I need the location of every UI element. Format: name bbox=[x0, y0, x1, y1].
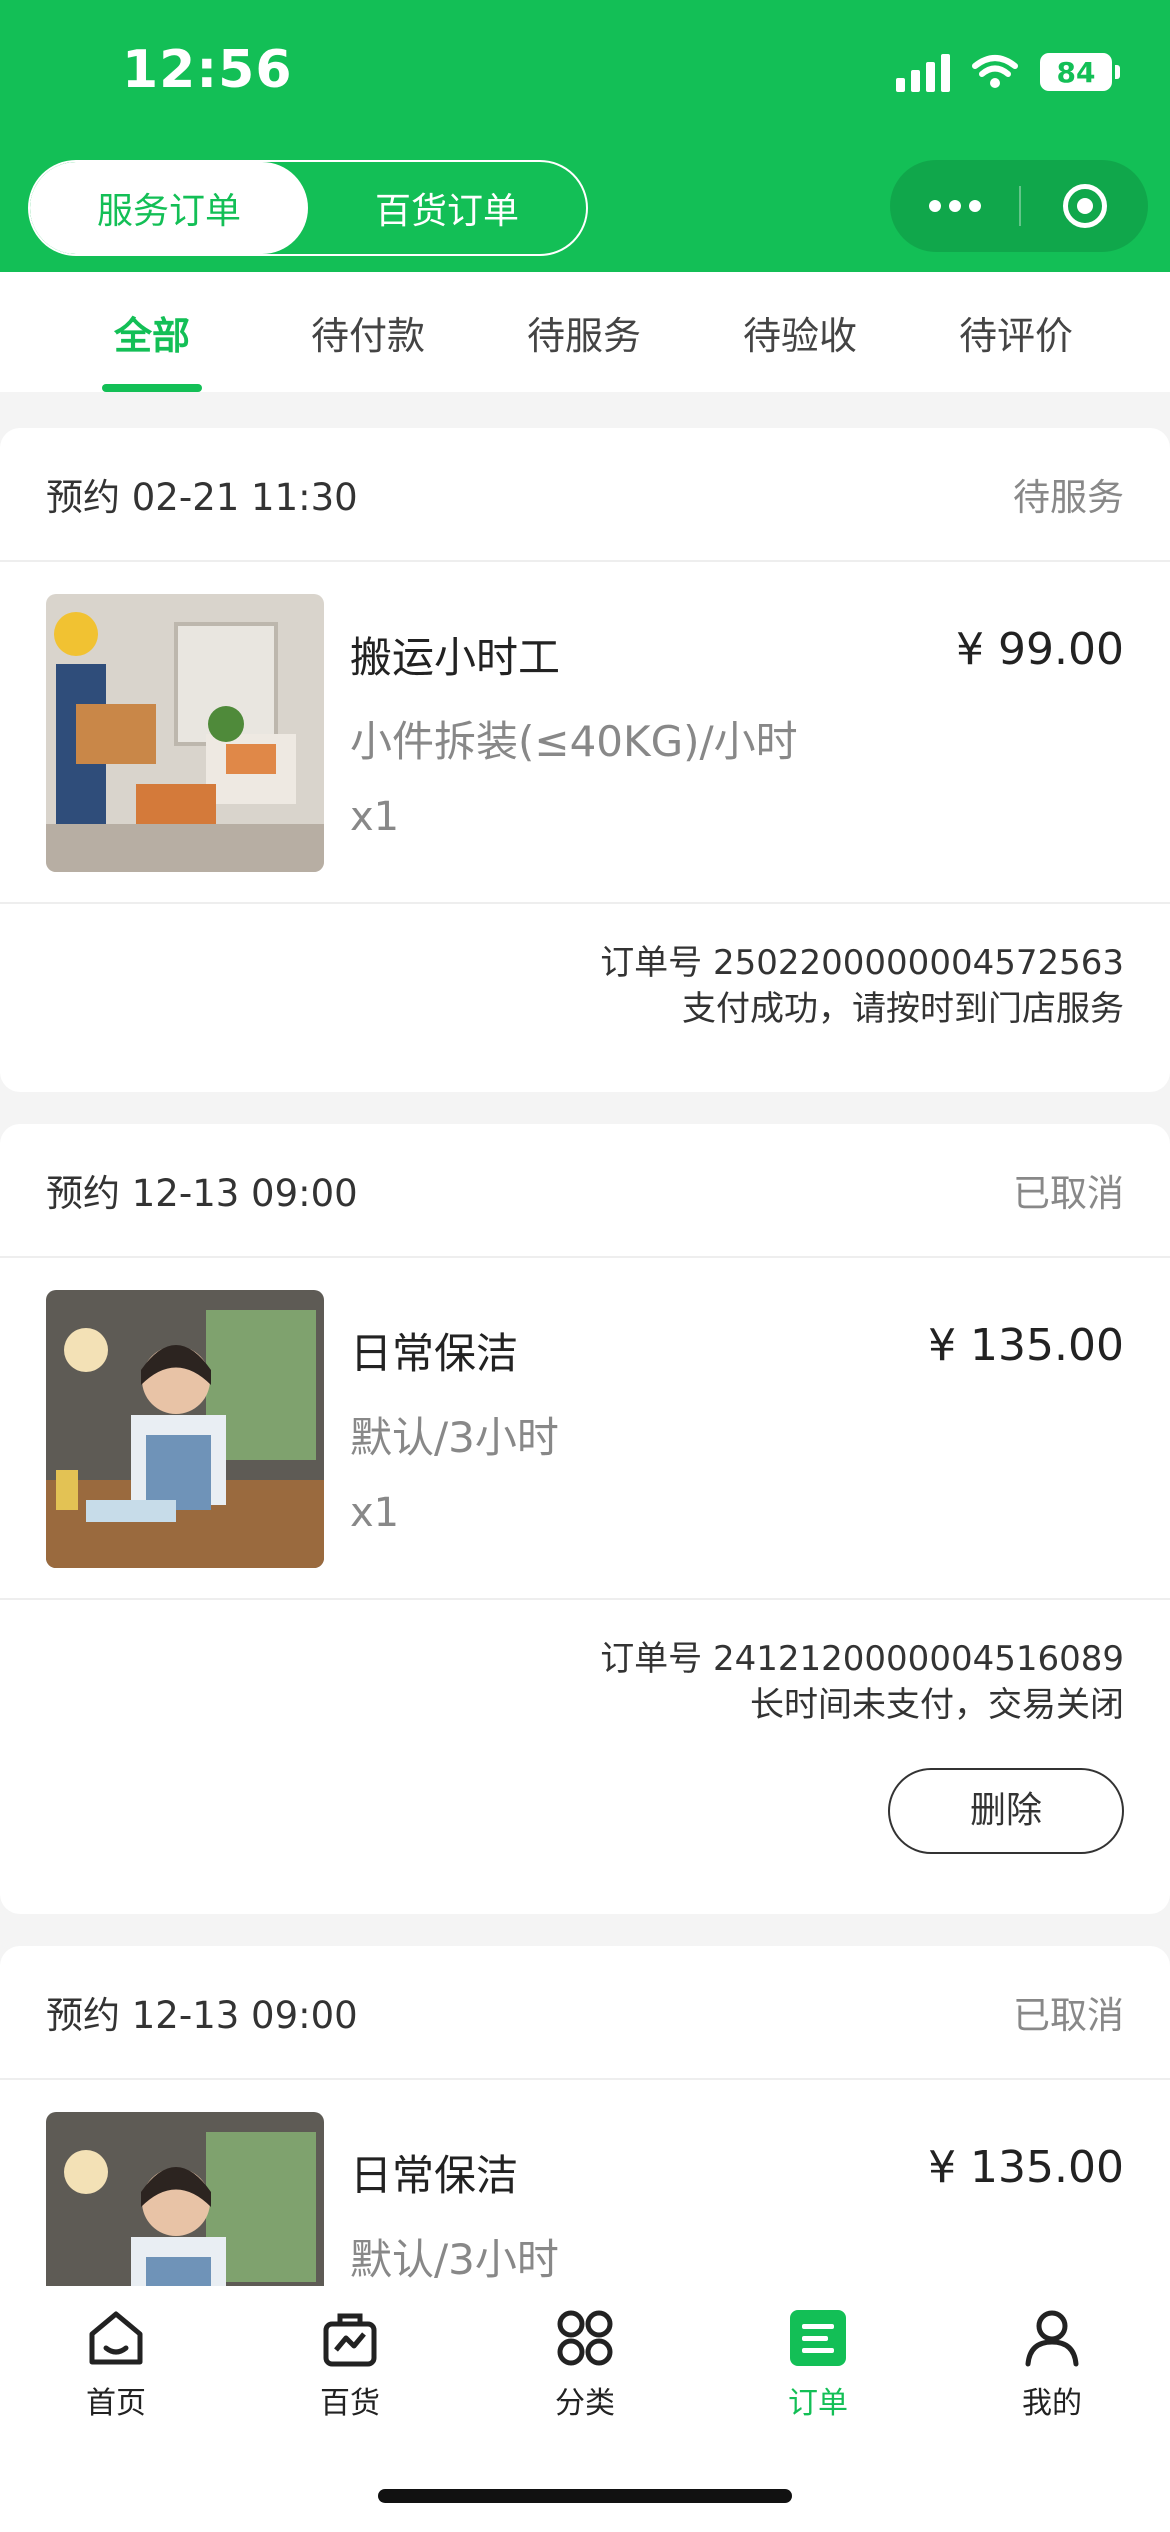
order-footer: 订单号 2412120000004516089 长时间未支付，交易关闭 删除 bbox=[0, 1600, 1170, 1914]
status-icons: 84 bbox=[896, 52, 1120, 92]
tab-all[interactable]: 全部 bbox=[44, 272, 260, 392]
order-card[interactable]: 预约 12-13 09:00 已取消 日常保洁 ¥ 135.00 默认/3小时 … bbox=[0, 1124, 1170, 1914]
category-icon bbox=[557, 2310, 613, 2366]
product-image bbox=[46, 594, 324, 872]
mini-program-capsule bbox=[890, 160, 1148, 252]
wifi-icon bbox=[972, 55, 1018, 88]
tabbar-home[interactable]: 首页 bbox=[36, 2306, 196, 2422]
home-indicator[interactable] bbox=[378, 2489, 792, 2503]
tabbar-category-label: 分类 bbox=[555, 2386, 615, 2421]
order-status: 待服务 bbox=[1013, 476, 1124, 519]
segment-goods-orders[interactable]: 百货订单 bbox=[308, 162, 586, 254]
product-quantity: x1 bbox=[350, 794, 400, 840]
product-spec: 默认/3小时 bbox=[350, 2235, 559, 2284]
product-title: 日常保洁 bbox=[350, 2151, 519, 2200]
product-spec: 小件拆装(≤40KG)/小时 bbox=[350, 717, 798, 766]
order-item[interactable]: 搬运小时工 ¥ 99.00 小件拆装(≤40KG)/小时 x1 bbox=[0, 562, 1170, 904]
status-tabs: 全部 待付款 待服务 待验收 待评价 bbox=[0, 272, 1170, 392]
tabbar-goods[interactable]: 百货 bbox=[270, 2306, 430, 2422]
delete-order-button[interactable]: 删除 bbox=[888, 1768, 1124, 1854]
order-item[interactable]: 日常保洁 ¥ 135.00 默认/3小时 x1 bbox=[0, 1258, 1170, 1600]
tab-pending-acceptance[interactable]: 待验收 bbox=[692, 272, 908, 392]
product-spec: 默认/3小时 bbox=[350, 1413, 559, 1462]
appointment-time: 预约 02-21 11:30 bbox=[46, 476, 358, 519]
product-title: 搬运小时工 bbox=[350, 633, 561, 682]
product-price: ¥ 99.00 bbox=[956, 624, 1124, 675]
order-footer: 订单号 2502200000004572563 支付成功，请按时到门店服务 bbox=[0, 904, 1170, 1092]
tabbar-profile[interactable]: 我的 bbox=[972, 2306, 1132, 2422]
order-icon bbox=[790, 2310, 846, 2366]
tabbar-orders[interactable]: 订单 bbox=[738, 2306, 898, 2422]
order-note: 支付成功，请按时到门店服务 bbox=[682, 989, 1124, 1029]
bottom-tab-bar: 首页 百货 分类 订单 我的 bbox=[0, 2286, 1170, 2532]
appointment-time: 预约 12-13 09:00 bbox=[46, 1172, 358, 1215]
tabbar-home-label: 首页 bbox=[86, 2386, 146, 2421]
shopping-bag-icon bbox=[323, 2313, 377, 2367]
more-icon[interactable] bbox=[890, 200, 1019, 212]
order-status: 已取消 bbox=[1013, 1994, 1124, 2037]
tabbar-profile-label: 我的 bbox=[1022, 2386, 1082, 2421]
header-bar: 12:56 84 服务订单 百货订单 bbox=[0, 0, 1170, 272]
product-price: ¥ 135.00 bbox=[928, 1320, 1124, 1371]
tab-pending-review[interactable]: 待评价 bbox=[908, 272, 1124, 392]
signal-icon bbox=[896, 52, 950, 92]
order-type-switch: 服务订单 百货订单 bbox=[28, 160, 588, 256]
tab-pending-service[interactable]: 待服务 bbox=[476, 272, 692, 392]
order-number: 订单号 2412120000004516089 bbox=[600, 1639, 1124, 1679]
order-note: 长时间未支付，交易关闭 bbox=[750, 1685, 1124, 1725]
tabbar-orders-label: 订单 bbox=[788, 2386, 848, 2421]
battery-icon: 84 bbox=[1040, 53, 1120, 91]
order-card-header: 预约 12-13 09:00 已取消 bbox=[0, 1124, 1170, 1258]
target-icon bbox=[1062, 184, 1107, 228]
product-quantity: x1 bbox=[350, 1490, 400, 1536]
tabbar-category[interactable]: 分类 bbox=[505, 2306, 665, 2422]
order-list: 预约 02-21 11:30 待服务 搬运小时工 ¥ 99.00 小件拆装(≤4… bbox=[0, 428, 1170, 2454]
product-title: 日常保洁 bbox=[350, 1329, 519, 1378]
appointment-time: 预约 12-13 09:00 bbox=[46, 1994, 358, 2037]
segment-service-orders[interactable]: 服务订单 bbox=[30, 162, 308, 254]
tab-pending-payment[interactable]: 待付款 bbox=[260, 272, 476, 392]
order-status: 已取消 bbox=[1013, 1172, 1124, 1215]
close-mini-program-button[interactable] bbox=[1021, 184, 1148, 228]
home-icon bbox=[89, 2311, 143, 2365]
tabbar-goods-label: 百货 bbox=[320, 2386, 380, 2421]
order-card-header: 预约 12-13 09:00 已取消 bbox=[0, 1946, 1170, 2080]
order-card-header: 预约 02-21 11:30 待服务 bbox=[0, 428, 1170, 562]
status-time: 12:56 bbox=[122, 40, 293, 100]
profile-icon bbox=[1025, 2310, 1079, 2367]
product-price: ¥ 135.00 bbox=[928, 2142, 1124, 2193]
product-image bbox=[46, 1290, 324, 1568]
order-card[interactable]: 预约 02-21 11:30 待服务 搬运小时工 ¥ 99.00 小件拆装(≤4… bbox=[0, 428, 1170, 1092]
order-number: 订单号 2502200000004572563 bbox=[600, 943, 1124, 983]
